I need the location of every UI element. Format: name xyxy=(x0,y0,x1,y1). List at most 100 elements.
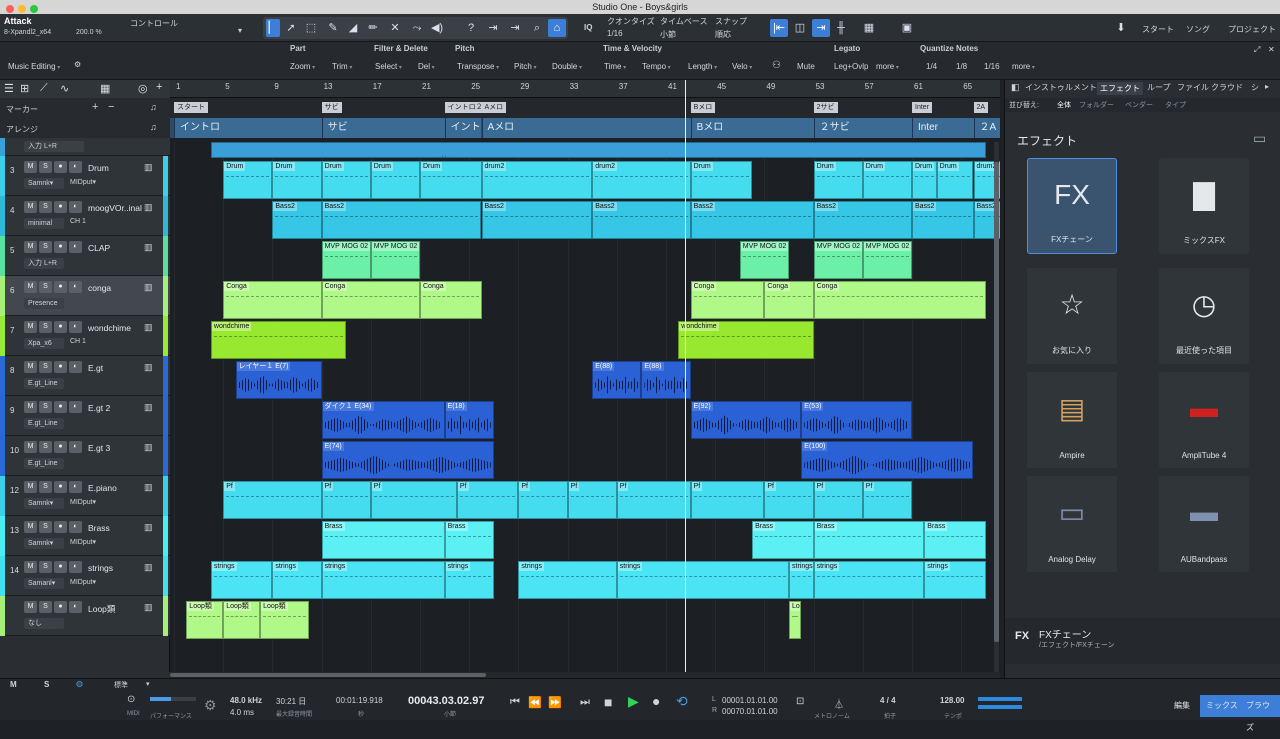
event-clip[interactable]: strings xyxy=(210,561,273,599)
event-clip[interactable]: Loo xyxy=(789,601,802,639)
standard-dropdown[interactable]: 標準 xyxy=(114,680,128,690)
event-clip[interactable]: Bass2 xyxy=(272,201,322,239)
eraser-tool-icon[interactable]: ◢ xyxy=(344,19,362,37)
track-output[interactable]: MIDput▾ xyxy=(70,538,96,546)
legato-more-button[interactable]: more xyxy=(876,60,899,73)
playhead[interactable] xyxy=(685,80,686,678)
event-clip[interactable]: E(53) xyxy=(801,401,912,439)
event-clip[interactable]: drum2 xyxy=(592,161,691,199)
browser-tile[interactable]: ◷ 最近使った項目 xyxy=(1159,268,1249,364)
trim-button[interactable]: Trim xyxy=(332,60,352,73)
track-header[interactable]: 10 M S ● ◐ E.gt 3 E.gt_Line ▥ xyxy=(0,436,170,476)
browser-tile[interactable]: ▬ AmpliTube 4 xyxy=(1159,372,1249,468)
marker[interactable]: Bメロ xyxy=(690,102,716,113)
event-clip[interactable]: MVP MOG 02 xyxy=(813,241,863,279)
track-input[interactable]: Samnk▾ xyxy=(24,498,64,509)
track-input[interactable]: E.gt_Line xyxy=(24,378,64,389)
mute-tool-icon[interactable]: ✕ xyxy=(386,19,404,37)
arranger-section[interactable]: Bメロ xyxy=(690,118,814,138)
event-clip[interactable]: Drum xyxy=(321,161,371,199)
loop-right[interactable]: 00070.01.01.00 xyxy=(722,707,778,716)
rewind-icon[interactable]: ⏪ xyxy=(528,696,542,709)
event-clip[interactable]: E(88) xyxy=(641,361,691,399)
loop-icon[interactable]: ⟲ xyxy=(676,693,688,710)
marker[interactable]: 2サビ xyxy=(813,102,838,113)
iq-icon[interactable]: IQ xyxy=(584,23,592,32)
save-icon[interactable]: ▣ xyxy=(898,19,916,37)
track-input[interactable]: Samnk▾ xyxy=(24,538,64,549)
record-arm-icon[interactable]: ● xyxy=(54,561,67,573)
monitor-icon[interactable]: ◐ xyxy=(69,241,82,253)
arranger-section[interactable]: サビ xyxy=(321,118,445,138)
edit-button[interactable]: 編集 xyxy=(1168,695,1196,717)
track-input[interactable]: Presence xyxy=(24,298,64,309)
event-clip[interactable]: Pf xyxy=(370,481,457,519)
arranger-section[interactable]: Inter xyxy=(912,118,974,138)
track-header[interactable]: 12 M S ● ◐ E.piano Samnk▾ MIDput▾ ▥ xyxy=(0,476,170,516)
event-clip[interactable]: Pf xyxy=(764,481,814,519)
layout-icon[interactable]: ▦ xyxy=(860,19,878,37)
event-clip[interactable]: Conga xyxy=(813,281,986,319)
monitor-icon[interactable]: ◐ xyxy=(69,561,82,573)
browser-tile[interactable]: ▭ Analog Delay xyxy=(1027,476,1117,572)
browse-button[interactable]: ブラウズ xyxy=(1240,695,1280,732)
sort-type[interactable]: タイプ xyxy=(1165,100,1186,110)
list-icon[interactable]: ☰ xyxy=(4,82,14,95)
browser-tile[interactable]: ▬ AUBandpass xyxy=(1159,476,1249,572)
event-clip[interactable]: Drum xyxy=(690,161,753,199)
control-dropdown-icon[interactable]: ▾ xyxy=(238,26,242,35)
tab-files[interactable]: ファイル xyxy=(1177,82,1209,93)
browser-home-icon[interactable]: ◧ xyxy=(1011,82,1020,93)
browser-tile[interactable]: FX FXチェーン xyxy=(1027,158,1117,254)
settings-icon[interactable]: ⚙ xyxy=(74,60,81,69)
mute-button[interactable]: M xyxy=(24,201,37,213)
quantize-eighth-button[interactable]: 1/8 xyxy=(956,62,967,71)
snap-grid-icon[interactable]: |⇤ xyxy=(770,19,788,37)
event-clip[interactable]: Conga xyxy=(420,281,482,319)
solo-button[interactable]: S xyxy=(39,161,52,173)
event-clip[interactable]: wondchime xyxy=(678,321,814,359)
sort-vendor[interactable]: ベンダー xyxy=(1125,100,1153,110)
event-clip[interactable]: Pf xyxy=(321,481,371,519)
record-arm-icon[interactable]: ● xyxy=(54,401,67,413)
monitor-icon[interactable]: ◐ xyxy=(69,281,82,293)
arrange-view[interactable]: 159131721252933374145495357616569 スタートサビ… xyxy=(170,80,1000,678)
mix-button[interactable]: ミックス xyxy=(1200,695,1244,717)
tab-cloud[interactable]: クラウド xyxy=(1211,82,1243,93)
track-header[interactable]: M S ● ◐ Loop類 なし ▥ xyxy=(0,596,170,636)
mute-button[interactable]: M xyxy=(24,601,37,613)
tab-effects[interactable]: エフェクト xyxy=(1097,82,1143,95)
mute-button[interactable]: M xyxy=(24,561,37,573)
bars-display[interactable]: 00043.03.02.97 xyxy=(408,695,484,707)
mute-button[interactable]: M xyxy=(24,241,37,253)
listen-tool-icon[interactable]: ◀) xyxy=(428,19,446,37)
browser-tile[interactable]: ▇ ミックスFX xyxy=(1159,158,1249,254)
event-clip[interactable]: E(18) xyxy=(444,401,494,439)
record-arm-icon[interactable]: ● xyxy=(54,321,67,333)
user-icon[interactable]: ⚇ xyxy=(772,60,781,71)
bend-marker-icon[interactable]: ⇥ xyxy=(506,19,524,37)
event-clip[interactable]: Loop類 xyxy=(260,601,310,639)
tab-loops[interactable]: ループ xyxy=(1147,82,1171,93)
event-clip[interactable]: Pf xyxy=(862,481,912,519)
track-input[interactable]: Samanl▾ xyxy=(24,578,64,589)
solo-button[interactable]: S xyxy=(39,601,52,613)
transient-icon[interactable]: ⇥ xyxy=(484,19,502,37)
tab-scroll-icon[interactable]: ▸ xyxy=(1265,82,1269,91)
event-clip[interactable]: Conga xyxy=(764,281,814,319)
event-clip[interactable]: レイヤー１ E(7) xyxy=(235,361,322,399)
event-clip[interactable]: Drum xyxy=(912,161,937,199)
event-clip[interactable]: E(74) xyxy=(321,441,494,479)
zoom-value[interactable]: 200.0 % xyxy=(76,29,102,36)
track-name[interactable]: wondchime xyxy=(88,323,131,333)
tempo-button[interactable]: Tempo xyxy=(642,60,671,73)
sort-all[interactable]: 全体 xyxy=(1057,100,1071,110)
event-clip[interactable]: Brass xyxy=(444,521,494,559)
track-header[interactable]: 13 M S ● ◐ Brass Samnk▾ MIDput▾ ▥ xyxy=(0,516,170,556)
rewind-start-icon[interactable]: ⏮ xyxy=(510,696,520,709)
monitor-icon[interactable]: ◐ xyxy=(69,161,82,173)
event-clip[interactable]: strings xyxy=(924,561,986,599)
pen-icon[interactable]: ⟋ xyxy=(40,82,48,95)
record-arm-icon[interactable]: ● xyxy=(54,161,67,173)
arrow-tool-icon[interactable]: ➚ xyxy=(282,19,300,37)
